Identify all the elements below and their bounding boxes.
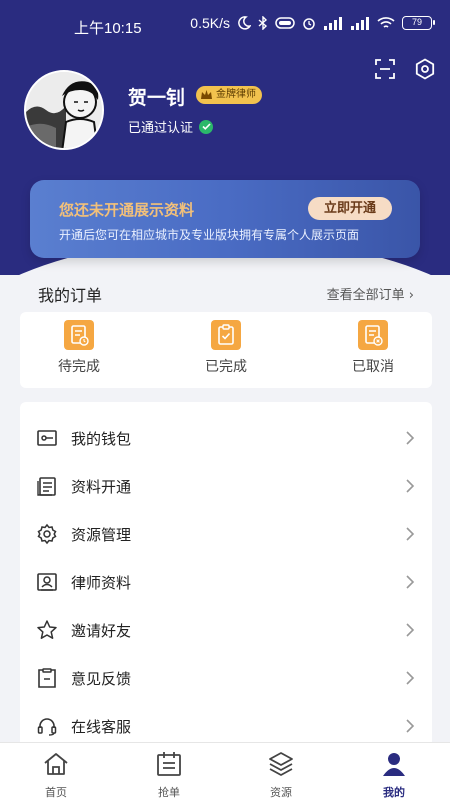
user-icon xyxy=(383,753,405,776)
gold-lawyer-badge: 金牌律师 xyxy=(196,86,262,104)
settings-icon[interactable] xyxy=(414,58,436,80)
network-speed: 0.5K/s xyxy=(190,15,230,31)
battery-icon: 79 xyxy=(402,16,435,30)
orders-section-title: 我的订单 xyxy=(38,286,103,305)
settings-gear-icon xyxy=(37,523,57,545)
order-status-completed[interactable]: 已完成 xyxy=(181,320,271,376)
signal-icon-2 xyxy=(351,17,369,30)
chevron-right-icon xyxy=(406,479,415,493)
layers-icon xyxy=(269,752,293,776)
alarm-icon xyxy=(303,18,315,30)
wifi-icon xyxy=(377,17,395,28)
menu-item-label: 资料开通 xyxy=(71,478,132,496)
menu-item-support[interactable]: 在线客服 xyxy=(20,702,432,747)
menu-item-document[interactable]: 资料开通 xyxy=(20,462,432,510)
crown-icon xyxy=(201,90,212,99)
menu-item-label: 律师资料 xyxy=(71,574,132,592)
order-status-label: 已取消 xyxy=(352,359,394,375)
bottom-tab-bar: 首页 抢单 资源 我的 xyxy=(0,742,450,800)
chevron-right-icon xyxy=(406,671,415,685)
chevron-right-icon xyxy=(406,719,415,733)
menu-item-resources[interactable]: 资源管理 xyxy=(20,510,432,558)
wallet-icon xyxy=(37,430,57,446)
completed-order-icon xyxy=(211,320,241,350)
tab-label: 抢单 xyxy=(158,786,180,799)
calendar-icon xyxy=(157,752,181,776)
view-all-orders-link[interactable]: 查看全部订单 › xyxy=(327,284,414,303)
tab-resources[interactable]: 资源 xyxy=(241,749,321,800)
orders-card: 待完成 已完成 已取消 xyxy=(20,312,432,388)
menu-item-label: 在线客服 xyxy=(71,718,132,736)
moon-icon xyxy=(238,16,251,30)
tab-label: 资源 xyxy=(270,786,292,799)
pending-order-icon xyxy=(64,320,94,350)
order-status-label: 待完成 xyxy=(58,359,100,375)
document-icon xyxy=(37,477,56,496)
order-status-pending[interactable]: 待完成 xyxy=(34,320,124,376)
badge-label: 金牌律师 xyxy=(216,89,256,100)
menu-item-lawyer-profile[interactable]: 律师资料 xyxy=(20,558,432,606)
status-bar: 上午10:15 0.5K/s 79 xyxy=(0,0,450,52)
tab-me[interactable]: 我的 xyxy=(354,749,434,800)
bluetooth-icon xyxy=(258,16,268,30)
tab-label: 我的 xyxy=(383,786,405,799)
cancelled-order-icon xyxy=(358,320,388,350)
feedback-icon xyxy=(38,668,56,688)
tab-home[interactable]: 首页 xyxy=(16,749,96,800)
verified-check-icon xyxy=(199,119,214,134)
tab-label: 首页 xyxy=(45,786,67,799)
home-icon xyxy=(44,753,68,775)
star-icon xyxy=(37,620,57,639)
menu-item-invite[interactable]: 邀请好友 xyxy=(20,606,432,654)
verified-label: 已通过认证 xyxy=(128,121,194,136)
promo-description: 开通后您可在相应城市及专业版块拥有专属个人展示页面 xyxy=(59,228,360,242)
vibrate-icon xyxy=(275,17,295,29)
order-status-label: 已完成 xyxy=(205,359,247,375)
headset-icon xyxy=(37,718,57,736)
chevron-right-icon xyxy=(406,527,415,541)
menu-item-feedback[interactable]: 意见反馈 xyxy=(20,654,432,702)
order-status-cancelled[interactable]: 已取消 xyxy=(328,320,418,376)
profile-card-icon xyxy=(37,573,57,591)
menu-item-label: 我的钱包 xyxy=(71,430,132,448)
menu-item-label: 资源管理 xyxy=(71,526,132,544)
menu-list: 我的钱包 资料开通 资源管理 律师资料 邀请好友 意见反馈 在线客服 xyxy=(20,402,432,747)
chevron-right-icon xyxy=(406,623,415,637)
status-time: 上午10:15 xyxy=(74,20,142,37)
verification-status: 已通过认证 xyxy=(128,117,214,136)
chevron-right-icon xyxy=(406,431,415,445)
activate-now-button[interactable]: 立即开通 xyxy=(307,197,392,220)
menu-item-wallet[interactable]: 我的钱包 xyxy=(20,414,432,462)
chevron-right-icon xyxy=(406,575,415,589)
promo-banner[interactable]: 您还未开通展示资料 立即开通 开通后您可在相应城市及专业版块拥有专属个人展示页面 xyxy=(30,180,420,258)
avatar[interactable] xyxy=(24,70,104,150)
profile-name: 贺一钊 xyxy=(128,87,186,109)
menu-item-label: 邀请好友 xyxy=(71,622,132,640)
promo-title: 您还未开通展示资料 xyxy=(59,201,195,219)
menu-item-label: 意见反馈 xyxy=(71,670,132,688)
status-icons: 0.5K/s 79 xyxy=(190,15,435,31)
header-actions xyxy=(374,58,436,80)
signal-icon xyxy=(324,17,342,30)
tab-grab-orders[interactable]: 抢单 xyxy=(129,749,209,800)
scan-icon[interactable] xyxy=(374,58,396,80)
